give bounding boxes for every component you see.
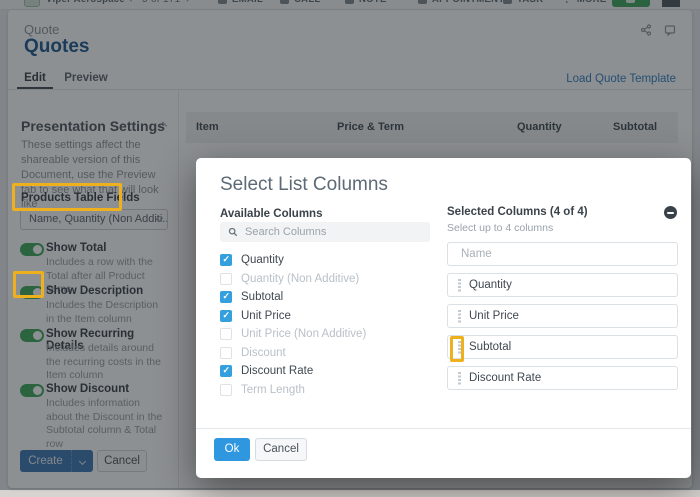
selected-columns-list: Name Quantity Unit Price Subtotal Discou… — [447, 242, 678, 397]
checkbox-icon[interactable] — [220, 328, 232, 340]
checkbox-icon[interactable] — [220, 346, 232, 359]
checkbox-row-subtotal[interactable]: Subtotal — [220, 291, 432, 303]
selected-columns-subheading: Select up to 4 columns — [447, 222, 554, 234]
search-icon — [228, 227, 238, 237]
checkbox-icon[interactable] — [220, 254, 232, 266]
selected-columns-heading: Selected Columns (4 of 4) — [447, 206, 588, 218]
checkbox-row-quantity[interactable]: Quantity — [220, 254, 432, 266]
selected-card-quantity[interactable]: Quantity — [447, 273, 678, 297]
remove-all-icon[interactable] — [664, 206, 677, 219]
modal-cancel-button[interactable]: Cancel — [255, 438, 307, 461]
checkbox-icon[interactable] — [220, 309, 232, 322]
checkbox-icon[interactable] — [220, 365, 232, 377]
checkbox-row-quantity-non-additive[interactable]: Quantity (Non Additive) — [220, 272, 432, 285]
checkbox-row-unit-price[interactable]: Unit Price — [220, 309, 432, 322]
drag-handle-icon[interactable] — [458, 278, 461, 292]
search-input[interactable]: Search Columns — [220, 222, 430, 242]
annotation-highlight-products-table-fields — [12, 183, 122, 211]
annotation-highlight-subtotal-drag-handle — [450, 336, 464, 362]
checkbox-icon[interactable] — [220, 383, 232, 396]
drag-handle-icon[interactable] — [458, 371, 461, 385]
checkbox-row-unit-price-non-additive[interactable]: Unit Price (Non Additive) — [220, 328, 432, 340]
checkbox-row-discount-rate[interactable]: Discount Rate — [220, 365, 432, 377]
selected-card-subtotal[interactable]: Subtotal — [447, 335, 678, 359]
checkbox-row-term-length[interactable]: Term Length — [220, 383, 432, 396]
checkbox-icon[interactable] — [220, 291, 232, 303]
modal-footer-divider — [196, 428, 691, 429]
annotation-highlight-show-description-toggle — [13, 271, 44, 298]
checkbox-row-discount[interactable]: Discount — [220, 346, 432, 359]
search-placeholder: Search Columns — [245, 226, 327, 238]
drag-handle-icon[interactable] — [458, 309, 461, 323]
available-columns-list: Quantity Quantity (Non Additive) Subtota… — [220, 254, 432, 402]
modal-title: Select List Columns — [220, 174, 388, 195]
selected-card-discount-rate[interactable]: Discount Rate — [447, 366, 678, 390]
ok-button[interactable]: Ok — [214, 438, 250, 461]
available-columns-heading: Available Columns — [220, 208, 323, 220]
checkbox-icon[interactable] — [220, 272, 232, 285]
select-list-columns-modal: Select List Columns Available Columns Se… — [196, 158, 691, 478]
selected-card-unit-price[interactable]: Unit Price — [447, 304, 678, 328]
selected-card-name: Name — [447, 242, 678, 266]
